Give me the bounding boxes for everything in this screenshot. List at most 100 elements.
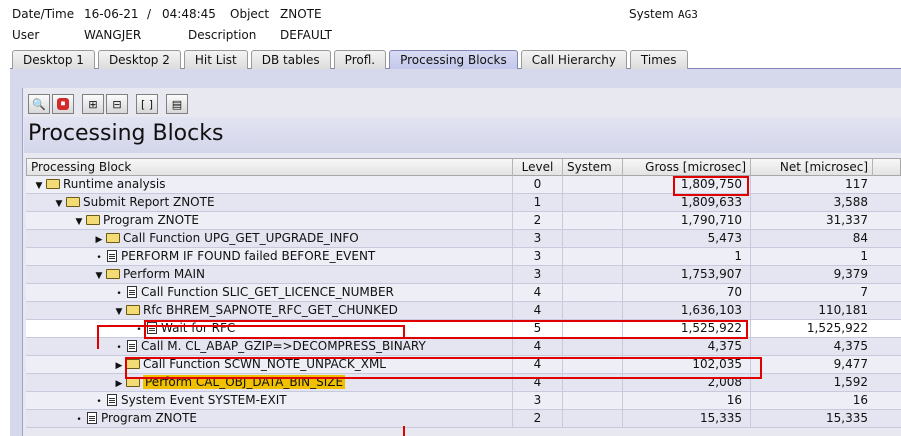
column-header-gross[interactable]: Gross [microsec] [623, 159, 751, 176]
expand-icon[interactable]: ⊞ [82, 94, 104, 114]
expand-toggle-icon[interactable]: ▶ [114, 376, 124, 391]
gross-cell: 1 [622, 248, 750, 265]
tab-desktop-1[interactable]: Desktop 1 [12, 50, 95, 69]
tree-row[interactable]: ▼ Perform MAIN 3 1,753,907 9,379 [26, 266, 901, 284]
document-icon [127, 340, 137, 352]
level-cell: 4 [512, 338, 562, 355]
leaf-bullet-icon: • [96, 253, 102, 263]
object-label: Object [230, 7, 270, 21]
collapse-toggle-icon[interactable]: ▼ [34, 178, 44, 193]
tree-node-label: Call Function UPG_GET_UPGRADE_INFO [123, 231, 359, 245]
collapse-toggle-icon[interactable]: ▼ [74, 214, 84, 229]
gross-cell: 1,525,922 [622, 320, 750, 337]
column-header-system[interactable]: System [563, 159, 623, 176]
collapse-toggle-icon[interactable]: ▼ [94, 268, 104, 283]
select-icon[interactable]: [ ] [136, 94, 158, 114]
gross-cell: 1,790,710 [622, 212, 750, 229]
level-cell: 1 [512, 194, 562, 211]
tree-node: ▼ Program ZNOTE [26, 212, 512, 229]
system-cell [562, 410, 622, 427]
leaf-bullet-icon: • [116, 343, 122, 353]
tree-row[interactable]: • System Event SYSTEM-EXIT 3 16 16 [26, 392, 901, 410]
layout-glyph: ▤ [171, 97, 183, 111]
tree-node-label: Rfc BHREM_SAPNOTE_RFC_GET_CHUNKED [143, 303, 398, 317]
net-cell: 7 [750, 284, 872, 301]
expand-toggle-icon[interactable]: ▶ [114, 358, 124, 373]
system-cell [562, 338, 622, 355]
tree-row[interactable]: ▼ Rfc BHREM_SAPNOTE_RFC_GET_CHUNKED 4 1,636… [26, 302, 901, 320]
level-cell: 4 [512, 374, 562, 391]
time-value: 04:48:45 [162, 7, 216, 21]
expand-glyph: ⊞ [88, 97, 98, 111]
tree-row[interactable]: ▼ Submit Report ZNOTE 1 1,809,633 3,588 [26, 194, 901, 212]
net-cell: 1 [750, 248, 872, 265]
expand-toggle-icon[interactable]: ▶ [94, 232, 104, 247]
select-glyph: [ ] [140, 97, 154, 111]
level-cell: 4 [512, 356, 562, 373]
time-separator: / [147, 7, 152, 21]
folder-icon [46, 179, 60, 189]
level-cell: 3 [512, 392, 562, 409]
level-cell: 5 [512, 320, 562, 337]
net-cell: 110,181 [750, 302, 872, 319]
date-value: 16-06-21 [84, 7, 139, 21]
leaf-bullet-icon: • [96, 397, 102, 407]
system-cell [562, 266, 622, 283]
datetime-label: Date/Time [12, 7, 75, 21]
tab-hit-list[interactable]: Hit List [183, 50, 248, 69]
leaf-bullet-icon: • [76, 415, 82, 425]
tab-strip: Desktop 1 Desktop 2 Hit List DB tables P… [12, 50, 691, 69]
folder-icon [126, 377, 140, 387]
binoculars-icon[interactable]: 🔍 [28, 94, 50, 114]
system-cell [562, 230, 622, 247]
tree-row[interactable]: ▼ Program ZNOTE 2 1,790,710 31,337 [26, 212, 901, 230]
tree-row[interactable]: • Call Function SLIC_GET_LICENCE_NUMBER 4 7… [26, 284, 901, 302]
tab-desktop-2[interactable]: Desktop 2 [97, 50, 181, 69]
tree-node-label: System Event SYSTEM-EXIT [121, 393, 287, 407]
tree-row[interactable]: • PERFORM IF FOUND failed BEFORE_EVENT 3 1 1 [26, 248, 901, 266]
leaf-bullet-icon: • [116, 289, 122, 299]
tree-row[interactable]: ▶ Call Function SCWN_NOTE_UNPACK_XML 4 102,… [26, 356, 901, 374]
collapse-toggle-icon[interactable]: ▼ [114, 304, 124, 319]
document-icon [107, 394, 117, 406]
tab-processing-blocks[interactable]: Processing Blocks [389, 50, 518, 69]
tab-profl[interactable]: Profl. [333, 50, 387, 69]
net-cell: 16 [750, 392, 872, 409]
tree-node: • Call M. CL_ABAP_GZIP=>DECOMPRESS_BINARY [26, 338, 512, 355]
column-header-block[interactable]: Processing Block [27, 159, 513, 176]
column-header: Processing Block Level System Gross [mic… [26, 158, 901, 176]
gross-cell: 70 [622, 284, 750, 301]
layout-icon[interactable]: ▤ [166, 94, 188, 114]
column-header-net[interactable]: Net [microsec] [751, 159, 873, 176]
system-cell [562, 194, 622, 211]
tab-db-tables[interactable]: DB tables [250, 50, 331, 69]
net-cell: 117 [750, 176, 872, 193]
gross-cell: 15,335 [622, 410, 750, 427]
system-cell [562, 320, 622, 337]
tab-times[interactable]: Times [629, 50, 688, 69]
tab-call-hierarchy[interactable]: Call Hierarchy [520, 50, 627, 69]
level-cell: 4 [512, 284, 562, 301]
gross-cell: 1,753,907 [622, 266, 750, 283]
tree-row[interactable]: • Wait for RFC 5 1,525,922 1,525,922 [26, 320, 901, 338]
user-label: User [12, 28, 40, 42]
gross-cell: 1,636,103 [622, 302, 750, 319]
column-header-level[interactable]: Level [513, 159, 563, 176]
tree-node: • Call Function SLIC_GET_LICENCE_NUMBER [26, 284, 512, 301]
tree-node-label: Call M. CL_ABAP_GZIP=>DECOMPRESS_BINARY [141, 339, 426, 353]
document-icon [147, 322, 157, 334]
tree-row[interactable]: • Program ZNOTE 2 15,335 15,335 [26, 410, 901, 428]
tree-row[interactable]: ▼ Runtime analysis 0 1,809,750 117 [26, 176, 901, 194]
tree-node: ▶ Call Function SCWN_NOTE_UNPACK_XML [26, 356, 512, 373]
collapse-icon[interactable]: ⊟ [106, 94, 128, 114]
stop-icon[interactable]: ⏹ [52, 94, 74, 114]
tree-row[interactable]: • Call M. CL_ABAP_GZIP=>DECOMPRESS_BINARY… [26, 338, 901, 356]
tree-row[interactable]: ▶ Perform CAL_OBJ_DATA_BIN_SIZE 4 2,008 1,59… [26, 374, 901, 392]
description-value: DEFAULT [280, 28, 332, 42]
title-bar: Processing Blocks [24, 117, 901, 153]
collapse-toggle-icon[interactable]: ▼ [54, 196, 64, 211]
level-cell: 2 [512, 212, 562, 229]
tree-row[interactable]: ▶ Call Function UPG_GET_UPGRADE_INFO 3 5,47… [26, 230, 901, 248]
system-cell [562, 392, 622, 409]
tree-node-label: PERFORM IF FOUND failed BEFORE_EVENT [121, 249, 376, 263]
